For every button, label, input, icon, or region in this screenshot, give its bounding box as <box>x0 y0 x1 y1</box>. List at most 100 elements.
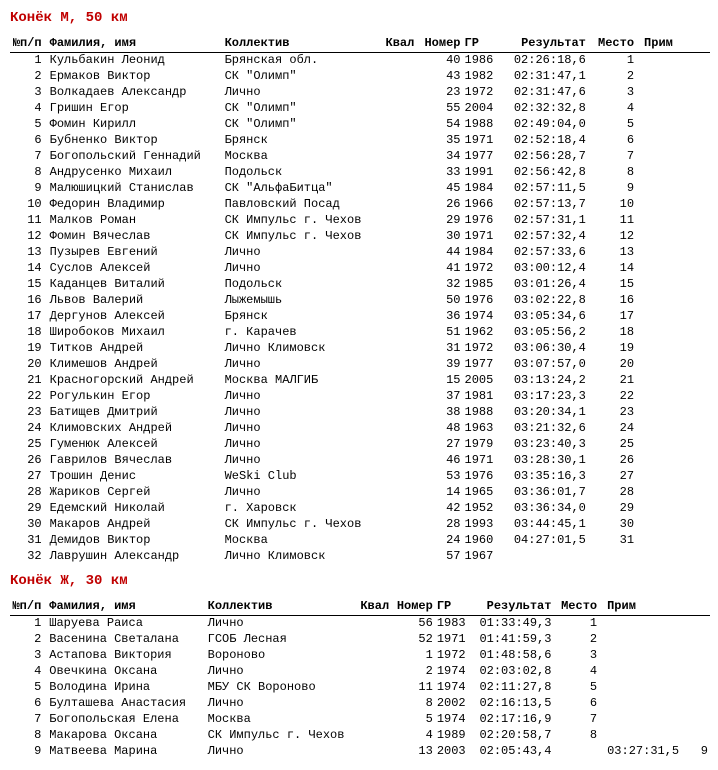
col-header-year[interactable]: ГР <box>435 599 472 616</box>
cell-qual <box>356 632 391 648</box>
col-header-num[interactable]: №п/п <box>10 36 48 53</box>
cell-bib: 5 <box>391 712 435 728</box>
cell-num: 8 <box>10 165 48 181</box>
col-header-result[interactable]: Результат <box>472 599 555 616</box>
table-row: 2Васенина СветаланаГСОБ Лесная52197101:4… <box>10 632 710 648</box>
col-header-note[interactable]: Прим <box>642 36 710 53</box>
col-header-place[interactable]: Место <box>590 36 642 53</box>
cell-bib: 32 <box>416 277 462 293</box>
cell-name: Бубненко Виктор <box>48 133 223 149</box>
col-header-bib[interactable]: Номер <box>416 36 462 53</box>
cell-name: Климовских Андрей <box>48 421 223 437</box>
col-header-result[interactable]: Результат <box>503 36 590 53</box>
cell-team: Лично <box>223 245 380 261</box>
col-header-place[interactable]: Место <box>555 599 605 616</box>
cell-note <box>642 533 710 549</box>
cell-name: Демидов Виктор <box>48 533 223 549</box>
cell-team: СК Импульс г. Чехов <box>223 229 380 245</box>
cell-note <box>642 69 710 85</box>
cell-place: 10 <box>590 197 642 213</box>
table-row: 31Демидов ВикторМосква24196004:27:01,531 <box>10 533 710 549</box>
cell-place: 19 <box>590 341 642 357</box>
table-row: 4Овечкина ОксанаЛично2197402:03:02,84 <box>10 664 710 680</box>
col-header-bib[interactable]: Номер <box>391 599 435 616</box>
cell-result: 02:17:16,9 <box>472 712 555 728</box>
cell-year: 1988 <box>463 117 503 133</box>
cell-bib: 57 <box>416 549 462 565</box>
cell-result: 02:11:27,8 <box>472 680 555 696</box>
cell-team: Лично <box>206 696 356 712</box>
col-header-year[interactable]: ГР <box>463 36 503 53</box>
cell-place: 4 <box>555 664 605 680</box>
col-header-num[interactable]: №п/п <box>10 599 47 616</box>
cell-bib: 48 <box>416 421 462 437</box>
col-header-team[interactable]: Коллектив <box>223 36 380 53</box>
table-row: 1Шаруева РаисаЛично56198301:33:49,31 <box>10 616 710 633</box>
cell-year: 1979 <box>463 437 503 453</box>
cell-name: Матвеева Марина <box>47 744 205 760</box>
table-row: 32Лаврушин АлександрЛично Климовск571967 <box>10 549 710 565</box>
cell-num: 25 <box>10 437 48 453</box>
table-row: 8Андрусенко МихаилПодольск33199102:56:42… <box>10 165 710 181</box>
cell-name: Богопольская Елена <box>47 712 205 728</box>
cell-place: 29 <box>590 501 642 517</box>
table-row: 25Гуменюк АлексейЛично27197903:23:40,325 <box>10 437 710 453</box>
cell-result: 03:28:30,1 <box>503 453 590 469</box>
cell-note <box>642 453 710 469</box>
cell-qual <box>379 501 416 517</box>
col-header-qual[interactable]: Квал <box>379 36 416 53</box>
cell-place: 7 <box>590 149 642 165</box>
cell-qual <box>379 133 416 149</box>
cell-year: 1972 <box>463 261 503 277</box>
cell-bib: 33 <box>416 165 462 181</box>
cell-bib: 13 <box>391 744 435 760</box>
cell-bib: 38 <box>416 405 462 421</box>
cell-num: 17 <box>10 309 48 325</box>
cell-place: 3 <box>555 648 605 664</box>
cell-team: СК "Олимп" <box>223 117 380 133</box>
cell-result: 03:07:57,0 <box>503 357 590 373</box>
cell-name: Каданцев Виталий <box>48 277 223 293</box>
cell-year: 1983 <box>435 616 472 633</box>
cell-note <box>642 469 710 485</box>
cell-num: 30 <box>10 517 48 533</box>
col-header-qual[interactable]: Квал <box>356 599 391 616</box>
table-row: 5Володина ИринаМБУ СК Вороново11197402:1… <box>10 680 710 696</box>
cell-qual <box>379 517 416 533</box>
cell-bib: 45 <box>416 181 462 197</box>
cell-note <box>642 101 710 117</box>
cell-result: 03:13:24,2 <box>503 373 590 389</box>
cell-team: Лично Климовск <box>223 549 380 565</box>
cell-team: СК "Олимп" <box>223 69 380 85</box>
cell-team: Лично <box>223 357 380 373</box>
cell-result: 01:48:58,6 <box>472 648 555 664</box>
cell-num: 14 <box>10 261 48 277</box>
cell-num: 24 <box>10 421 48 437</box>
table-row: 21Красногорский АндрейМосква МАЛГИБ15200… <box>10 373 710 389</box>
table-row: 19Титков АндрейЛично Климовск31197203:06… <box>10 341 710 357</box>
cell-qual <box>379 53 416 70</box>
cell-bib: 56 <box>391 616 435 633</box>
cell-year: 1963 <box>463 421 503 437</box>
col-header-name[interactable]: Фамилия, имя <box>47 599 205 616</box>
cell-name: Жариков Сергей <box>48 485 223 501</box>
col-header-name[interactable]: Фамилия, имя <box>48 36 223 53</box>
cell-result: 04:27:01,5 <box>503 533 590 549</box>
cell-bib: 54 <box>416 117 462 133</box>
cell-name: Гаврилов Вячеслав <box>48 453 223 469</box>
col-header-note[interactable]: Прим <box>605 599 710 616</box>
cell-year: 2005 <box>463 373 503 389</box>
cell-team: Брянская обл. <box>223 53 380 70</box>
cell-note: 03:27:31,5 9 <box>605 744 710 760</box>
table-row: 14Суслов АлексейЛично41197203:00:12,414 <box>10 261 710 277</box>
table-row: 3Астапова ВикторияВороново1197201:48:58,… <box>10 648 710 664</box>
cell-year: 1984 <box>463 181 503 197</box>
cell-note <box>605 648 710 664</box>
cell-place: 15 <box>590 277 642 293</box>
cell-note <box>605 680 710 696</box>
cell-note <box>642 437 710 453</box>
cell-year: 1977 <box>463 149 503 165</box>
col-header-team[interactable]: Коллектив <box>206 599 356 616</box>
table-row: 9Матвеева МаринаЛично13200302:05:43,403:… <box>10 744 710 760</box>
cell-qual <box>379 469 416 485</box>
